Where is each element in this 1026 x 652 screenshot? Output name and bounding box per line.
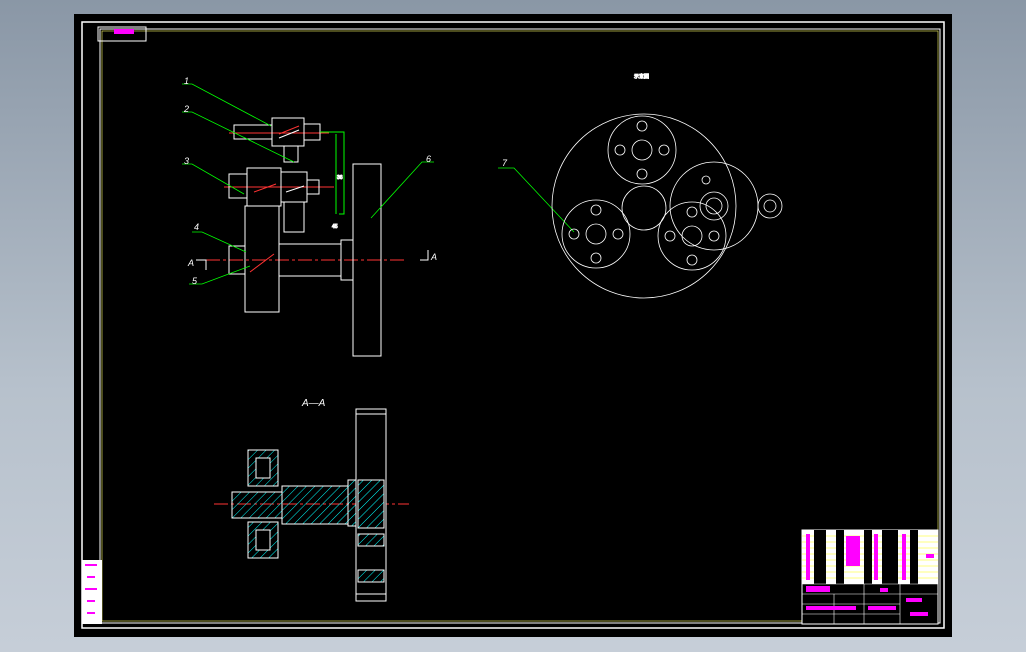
- part-labels: 1 2 3 4 5 6 7: [183, 76, 508, 286]
- part-label-3: 3: [184, 156, 189, 166]
- part-label-4: 4: [194, 222, 199, 232]
- top-gear-web: [283, 145, 299, 163]
- leader-lines: [182, 83, 575, 285]
- drawing-sheet: 36 45 1 2 3 4 5 6 7 A A A—A 示意图: [74, 14, 952, 637]
- outer-gear: [669, 161, 759, 251]
- front-view: 36 45: [206, 117, 404, 357]
- top-view-caption: 示意图: [634, 73, 649, 80]
- part-label-1: 1: [184, 76, 189, 86]
- mid-web: [283, 201, 305, 233]
- svg-text:36: 36: [337, 175, 343, 181]
- section-title: A—A: [301, 398, 326, 409]
- part-label-6: 6: [426, 154, 431, 164]
- mid-shaft: [228, 173, 248, 199]
- part-label-2: 2: [183, 104, 189, 114]
- planet-right: [657, 201, 727, 271]
- top-gear-hub: [303, 123, 321, 141]
- planet-left: [561, 199, 631, 269]
- section-mark-left: A: [187, 258, 194, 268]
- top-view: 示意图: [551, 73, 783, 299]
- top-gear: [271, 117, 305, 147]
- small-pinion: [757, 193, 783, 219]
- side-strip: [82, 560, 102, 624]
- planet-top: [607, 115, 677, 185]
- carrier-body: [244, 205, 280, 313]
- drawing-number-cell: [114, 29, 134, 34]
- part-label-7: 7: [502, 158, 508, 168]
- bracket: [320, 131, 345, 215]
- title-block: [801, 529, 939, 625]
- section-mark-right: A: [430, 252, 437, 262]
- section-view: [214, 408, 409, 602]
- cad-drawing: 36 45 1 2 3 4 5 6 7 A A A—A 示意图: [81, 21, 945, 629]
- part-label-5: 5: [192, 276, 198, 286]
- svg-text:45: 45: [332, 224, 338, 230]
- top-shaft: [233, 124, 273, 140]
